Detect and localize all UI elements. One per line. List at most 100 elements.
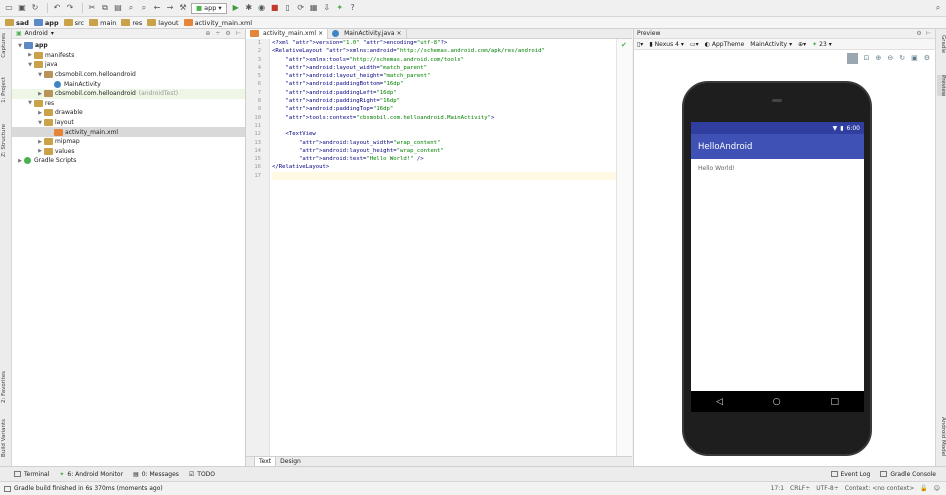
search-everywhere-icon[interactable]: ⌕ (933, 3, 943, 13)
tool-tab-preview[interactable]: Preview (937, 75, 946, 97)
breadcrumb-item-src[interactable]: src (63, 19, 84, 27)
tool-tab-favorites[interactable]: 2: Favorites (1, 371, 11, 403)
code-area[interactable]: <?xml "attr">version="1.0" "attr">encodi… (272, 39, 617, 456)
code-line[interactable]: "attr">tools:context="cbsmobil.com.hello… (272, 114, 617, 122)
tree-item[interactable]: ▼ cbsmobil.com.helloandroid (12, 70, 245, 80)
run-config-select[interactable]: ■ app ▾ (191, 2, 227, 14)
expand-arrow-icon[interactable]: ▶ (36, 139, 44, 145)
inspector-icon[interactable]: ☺ (934, 485, 940, 492)
code-line[interactable]: "attr">android:paddingBottom="16dp" (272, 80, 617, 88)
project-view-select[interactable]: ▣ Android ▾ (16, 30, 54, 37)
tree-item[interactable]: ▶ drawable (12, 108, 245, 118)
code-line[interactable]: <RelativeLayout "attr">xmlns:android="ht… (272, 47, 617, 55)
android-device-monitor-icon[interactable]: ✦ (335, 3, 345, 13)
status-toggle-icon[interactable] (4, 485, 11, 492)
breadcrumb-item-file[interactable]: activity_main.xml (183, 19, 252, 27)
settings-gear-icon[interactable]: ⚙ (225, 30, 230, 37)
code-line[interactable]: </RelativeLayout> (272, 163, 617, 171)
code-line[interactable]: "attr">android:layout_height="match_pare… (272, 72, 617, 80)
tree-item[interactable]: ▼ res (12, 99, 245, 109)
code-line[interactable]: "attr">android:layout_width="match_paren… (272, 64, 617, 72)
tree-item[interactable]: ▶ values (12, 147, 245, 157)
undo-icon[interactable]: ↶ (52, 3, 62, 13)
expand-arrow-icon[interactable]: ▼ (36, 120, 44, 126)
sync-icon[interactable]: ↻ (30, 3, 40, 13)
preview-settings-icon[interactable]: ⚙ (924, 54, 930, 62)
breadcrumb-item-app[interactable]: app (33, 19, 59, 27)
tree-item[interactable]: ▶ cbsmobil.com.helloandroid (androidTest) (12, 88, 245, 99)
close-icon[interactable]: × (318, 30, 323, 37)
make-project-icon[interactable]: ⚒ (178, 3, 188, 13)
tree-item[interactable]: MainActivity (12, 79, 245, 89)
settings-gear-icon[interactable]: ⚙ (916, 30, 921, 37)
screenshot-icon[interactable]: ▣ (911, 54, 918, 62)
todo-button[interactable]: ☑ TODO (189, 471, 215, 478)
zoom-actual-icon[interactable]: ⊡ (864, 54, 870, 62)
tool-tab-project[interactable]: 1: Project (1, 77, 11, 103)
tree-item[interactable]: ▼ layout (12, 118, 245, 128)
tool-tab-android-model[interactable]: Android Model (937, 417, 946, 457)
orientation-icon[interactable]: ▭▾ (690, 41, 699, 48)
tool-tab-build-variants[interactable]: Build Variants (1, 419, 11, 457)
cut-icon[interactable]: ✂ (87, 3, 97, 13)
cursor-position[interactable]: 17:1 (771, 485, 784, 492)
project-structure-icon[interactable]: ▦ (309, 3, 319, 13)
event-log-button[interactable]: Event Log (830, 471, 870, 478)
breadcrumb-item-sad[interactable]: sad (5, 19, 29, 27)
locale-icon[interactable]: ⊕▾ (798, 41, 806, 48)
code-line[interactable]: "attr">android:layout_height="wrap_conte… (272, 147, 617, 155)
layout-variants-icon[interactable]: ▯▾ (637, 41, 643, 48)
code-line[interactable] (272, 171, 617, 181)
context-indicator[interactable]: Context: <no context> (845, 485, 914, 492)
expand-arrow-icon[interactable]: ▶ (26, 52, 34, 58)
avd-manager-icon[interactable]: ▯ (283, 3, 293, 13)
gradle-console-button[interactable]: Gradle Console (880, 471, 936, 478)
code-line[interactable]: <?xml "attr">version="1.0" "attr">encodi… (272, 39, 617, 47)
expand-arrow-icon[interactable]: ▶ (36, 148, 44, 154)
run-icon[interactable]: ▶ (231, 3, 241, 13)
activity-select[interactable]: MainActivity ▾ (750, 41, 792, 48)
tool-tab-captures[interactable]: Captures (1, 33, 11, 58)
device-select[interactable]: ▮ Nexus 4 ▾ (649, 41, 684, 48)
forward-icon[interactable]: → (165, 3, 175, 13)
redo-icon[interactable]: ↷ (65, 3, 75, 13)
refresh-icon[interactable]: ↻ (899, 54, 905, 62)
tool-tab-gradle[interactable]: Gradle (937, 35, 946, 53)
lock-icon[interactable]: 🔓 (920, 485, 927, 492)
hide-panel-icon[interactable]: ⊢ (236, 30, 241, 37)
api-level-select[interactable]: ✦ 23 ▾ (812, 41, 832, 48)
theme-select[interactable]: ◐ AppTheme (705, 41, 745, 48)
terminal-button[interactable]: Terminal (14, 471, 49, 478)
expand-arrow-icon[interactable]: ▶ (36, 110, 44, 116)
zoom-in-icon[interactable]: ⊕ (875, 54, 881, 62)
help-icon[interactable]: ? (348, 3, 358, 13)
tree-item[interactable]: ▶ mipmap (12, 137, 245, 147)
sync-scroll-icon[interactable]: ⊕ (205, 30, 210, 37)
code-line[interactable]: "attr">android:paddingRight="16dp" (272, 97, 617, 105)
stop-icon[interactable]: ■ (270, 3, 280, 13)
code-line[interactable] (272, 122, 617, 130)
open-folder-icon[interactable]: ▭ (4, 3, 14, 13)
breadcrumb-item-main[interactable]: main (89, 19, 116, 27)
android-monitor-button[interactable]: ✦ 6: Android Monitor (59, 471, 123, 478)
tree-item[interactable]: ▶ Gradle Scripts (12, 156, 245, 166)
sync-gradle-icon[interactable]: ⟳ (296, 3, 306, 13)
code-line[interactable]: "attr">android:paddingLeft="16dp" (272, 89, 617, 97)
code-line[interactable]: "attr">android:paddingTop="16dp" (272, 105, 617, 113)
code-line[interactable]: "attr">android:layout_width="wrap_conten… (272, 139, 617, 147)
find-icon[interactable]: ⌕ (126, 3, 136, 13)
line-separator[interactable]: CRLF÷ (790, 485, 810, 492)
save-all-icon[interactable]: ▣ (17, 3, 27, 13)
code-line[interactable]: <TextView (272, 130, 617, 138)
expand-arrow-icon[interactable]: ▼ (36, 72, 44, 78)
expand-arrow-icon[interactable]: ▶ (16, 158, 24, 164)
messages-button[interactable]: ▤ 0: Messages (133, 471, 179, 478)
breadcrumb-item-layout[interactable]: layout (147, 19, 179, 27)
sdk-manager-icon[interactable]: ⇩ (322, 3, 332, 13)
tab-design[interactable]: Design (276, 457, 305, 467)
expand-arrow-icon[interactable]: ▼ (16, 43, 24, 49)
paste-icon[interactable]: ▤ (113, 3, 123, 13)
tab-activity-main-xml[interactable]: activity_main.xml × (246, 28, 329, 39)
expand-arrow-icon[interactable]: ▶ (36, 91, 44, 97)
tab-text[interactable]: Text (254, 456, 277, 467)
